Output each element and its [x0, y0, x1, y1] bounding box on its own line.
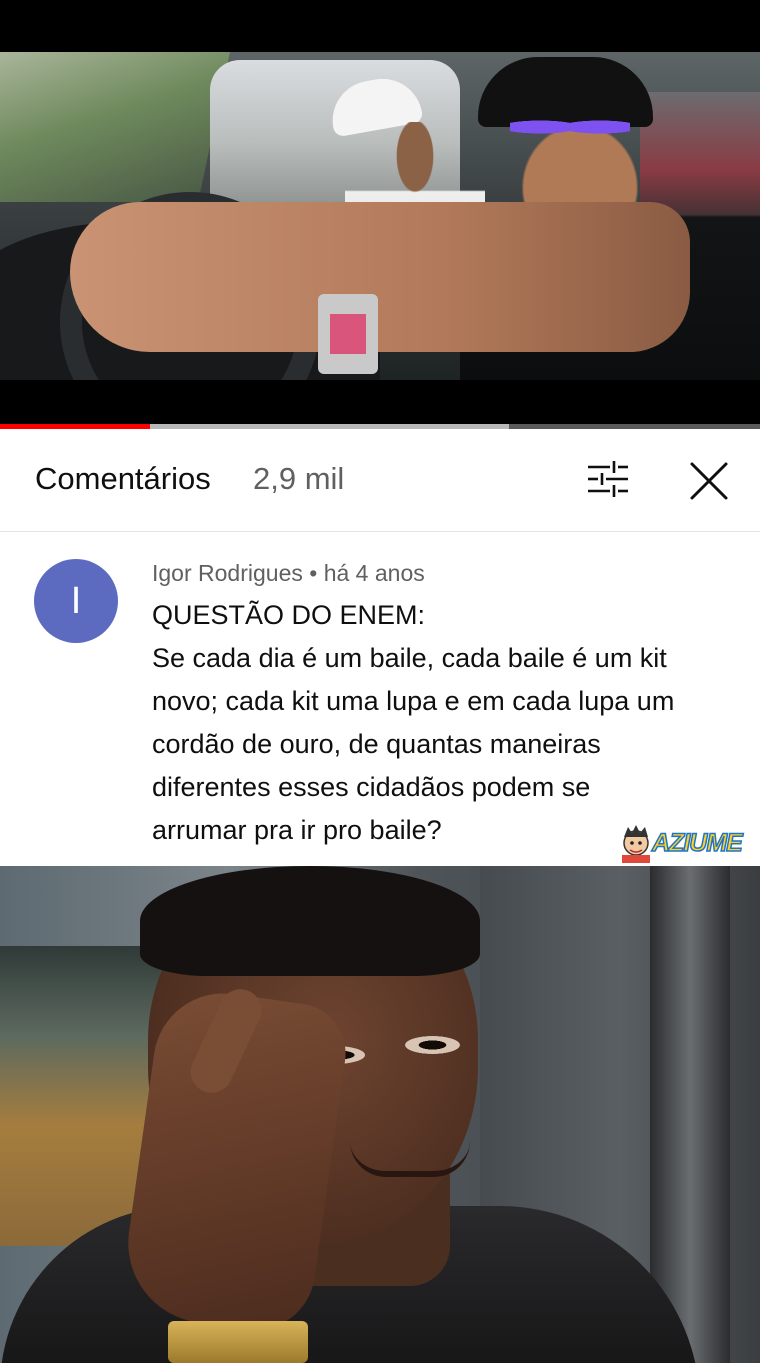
- cartoon-face-icon: [622, 825, 650, 863]
- comments-count: 2,9 mil: [253, 461, 345, 496]
- comment-line: QUESTÃO DO ENEM:: [152, 600, 426, 630]
- hair: [140, 866, 480, 976]
- right-eye: [405, 1036, 460, 1054]
- comment-line: Se cada dia é um baile, cada baile é um …: [152, 643, 667, 673]
- driver-arm: [70, 202, 690, 352]
- comment-item: I Igor Rodrigues • há 4 anos QUESTÃO DO …: [0, 532, 760, 866]
- comment-time: há 4 anos: [323, 560, 425, 586]
- comment-author[interactable]: Igor Rodrigues: [152, 560, 303, 586]
- comment-meta: Igor Rodrigues • há 4 anos: [152, 560, 425, 587]
- car-window-left: [0, 52, 230, 202]
- video-player[interactable]: [0, 52, 760, 380]
- smirk-mouth: [350, 1141, 470, 1177]
- comment-line: cordão de ouro, de quantas maneiras: [152, 729, 601, 759]
- comment-line: novo; cada kit uma lupa e em cada lupa u…: [152, 686, 675, 716]
- meme-photo-thinking-man: [0, 866, 760, 1363]
- avatar[interactable]: I: [34, 559, 118, 643]
- top-black-bar: [0, 0, 760, 52]
- comments-title: Comentários: [35, 461, 211, 496]
- filter-sort-icon[interactable]: [586, 459, 630, 499]
- aziume-watermark: AZIUME: [614, 823, 760, 865]
- video-letterbox: [0, 380, 760, 424]
- driver-watch: [318, 294, 378, 374]
- comment-text: QUESTÃO DO ENEM: Se cada dia é um baile,…: [152, 594, 742, 852]
- comments-header: Comentários 2,9 mil: [0, 429, 760, 532]
- driver-sunglasses: [510, 112, 630, 142]
- close-icon[interactable]: [688, 460, 730, 502]
- gold-wristwatch: [168, 1321, 308, 1363]
- meta-separator: •: [309, 560, 318, 586]
- comment-line: diferentes esses cidadãos podem se: [152, 772, 591, 802]
- watermark-text: AZIUME: [651, 828, 743, 858]
